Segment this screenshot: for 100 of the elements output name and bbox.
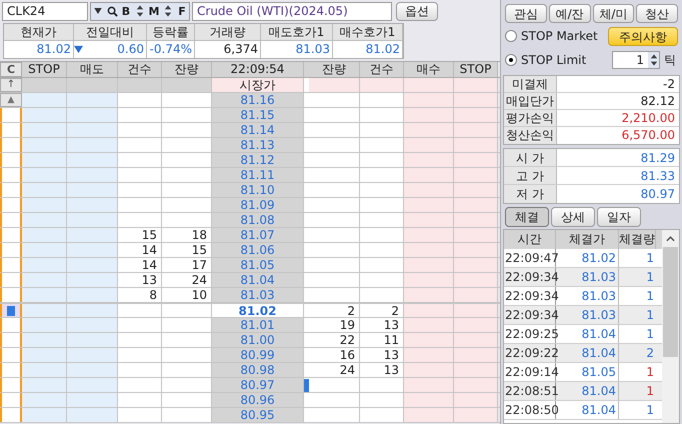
price-cell[interactable]: 81.14 [212,123,304,137]
sell-quantity-cell: 15 [162,243,212,257]
trade-quantity-cell-text: 1 [645,364,655,381]
trade-quantity-cell-text: 2 [645,345,655,362]
quote-value: 0.60 [74,41,146,58]
toolbar-button[interactable]: F [175,2,189,20]
trade-quantity-cell-text: 1 [645,383,655,400]
trade-time-cell: 22:09:34 [504,268,556,286]
price-label: 고 가 [504,167,557,184]
price-cell[interactable]: 80.96 [212,393,304,407]
scroll-up-icon[interactable] [666,236,675,242]
scroll-up-button[interactable]: ▲ [0,93,22,107]
trade-time-cell: 22:08:50 [504,401,556,419]
price-cell[interactable]: 81.00 [212,333,304,347]
position-value: 6,570.00 [620,127,676,144]
radio-label[interactable]: STOP Limit [521,51,586,69]
price-cell[interactable]: 81.10 [212,183,304,197]
quote-header: 등락률 [147,24,194,41]
panel-tab[interactable]: 예/잔 [548,4,590,23]
option-button[interactable]: 옵션 [396,2,438,20]
column-header: 잔량 [309,62,360,77]
price-cell[interactable]: 81.06 [212,243,304,257]
price-cell[interactable]: 81.12 [212,153,304,167]
column-header: 매수 [404,62,454,77]
trade-quantity-cell-text: 1 [645,250,655,267]
trade-tab[interactable]: 상세 [551,207,595,227]
quote-value: 81.02 [4,41,73,58]
price-cell[interactable]: 81.04 [212,273,304,287]
tick-spinner[interactable]: 1 [612,51,660,69]
quote-value: 81.02 [333,41,402,58]
price-cell[interactable]: 81.15 [212,108,304,122]
spinner-arrows-icon[interactable] [650,53,658,67]
price-cell[interactable]: 80.99 [212,348,304,362]
search-icon[interactable] [106,6,118,16]
buy-count-cell: 13 [360,363,404,377]
position-label: 매입단가 [504,93,557,109]
sell-quantity-cell: 17 [162,258,212,272]
buy-count-cell: 13 [360,318,404,332]
buy-count-cell: 11 [360,333,404,347]
trade-tab[interactable]: 체결 [505,207,549,227]
radio-button[interactable] [505,54,517,66]
symbol-name-field: Crude Oil (WTI)(2024.05) [192,2,392,20]
spinner-arrows-icon[interactable] [136,4,144,18]
quote-value: -0.74% [147,41,194,58]
caution-button[interactable]: 주의사항 [608,26,678,46]
trade-quantity-cell-text: 1 [645,402,655,419]
tick-unit-label: 틱 [664,52,676,69]
buy-quantity-cell: 22 [309,333,360,347]
spinner-arrows-icon[interactable] [164,4,172,18]
position-value: -2 [662,76,676,92]
quote-header: 거래량 [195,24,260,41]
radio-label[interactable]: STOP Market [521,27,598,45]
panel-tab[interactable]: 관심 [505,4,547,23]
toolbar-button[interactable]: B [119,2,133,20]
scrollbar-track[interactable] [662,230,679,423]
quote-value: 81.03 [261,41,332,58]
column-header: 매도 [67,62,118,77]
price-cell[interactable]: 80.98 [212,363,304,377]
radio-button[interactable] [505,30,517,42]
header-spacer [304,62,309,77]
position-value: 2,210.00 [620,110,676,126]
trade-time-cell: 22:08:51 [504,382,556,400]
column-header: 건수 [360,62,404,77]
panel-tab[interactable]: 청산 [636,4,678,23]
sell-count-cell: 13 [118,273,162,287]
sell-count-cell: 14 [118,243,162,257]
price-cell[interactable]: 80.97 [212,378,304,392]
price-cell[interactable]: 81.08 [212,213,304,227]
price-cell[interactable]: 81.07 [212,228,304,242]
price-cell[interactable]: 81.13 [212,138,304,152]
price-value: 80.97 [640,186,676,203]
price-cell[interactable]: 81.03 [212,288,304,302]
price-cell[interactable]: 81.16 [212,93,304,107]
symbol-field[interactable]: CLK24 [2,2,88,20]
sell-count-cell: 14 [118,258,162,272]
price-cell[interactable]: 81.01 [212,318,304,332]
price-cell[interactable]: 81.05 [212,258,304,272]
price-cell[interactable]: 81.02 [212,304,304,317]
sell-count-cell: 15 [118,228,162,242]
toolbar-button[interactable]: M [147,2,161,20]
sell-quantity-cell: 10 [162,288,212,302]
panel-tab[interactable]: 체/미 [592,4,634,23]
price-cell[interactable]: 81.09 [212,198,304,212]
trade-quantity-cell-text: 1 [645,288,655,305]
column-header: 잔량 [162,62,212,77]
trade-time-cell: 22:09:47 [504,249,556,267]
clear-button[interactable]: C [0,62,22,77]
market-price-label[interactable]: 시장가 [212,78,304,92]
trade-tab[interactable]: 일자 [597,207,641,227]
column-header: 건수 [118,62,162,77]
top-button[interactable]: ↑ [0,78,22,92]
sell-quantity-cell: 18 [162,228,212,242]
sell-count-cell: 8 [118,288,162,302]
price-cell[interactable]: 81.11 [212,168,304,182]
price-cell[interactable]: 80.95 [212,408,304,422]
dropdown-caret-icon [94,8,102,14]
position-label: 미결제 [504,76,557,92]
scrollbar-thumb[interactable] [663,247,678,357]
buy-quantity-cell: 19 [309,318,360,332]
position-value: 82.12 [640,93,676,109]
